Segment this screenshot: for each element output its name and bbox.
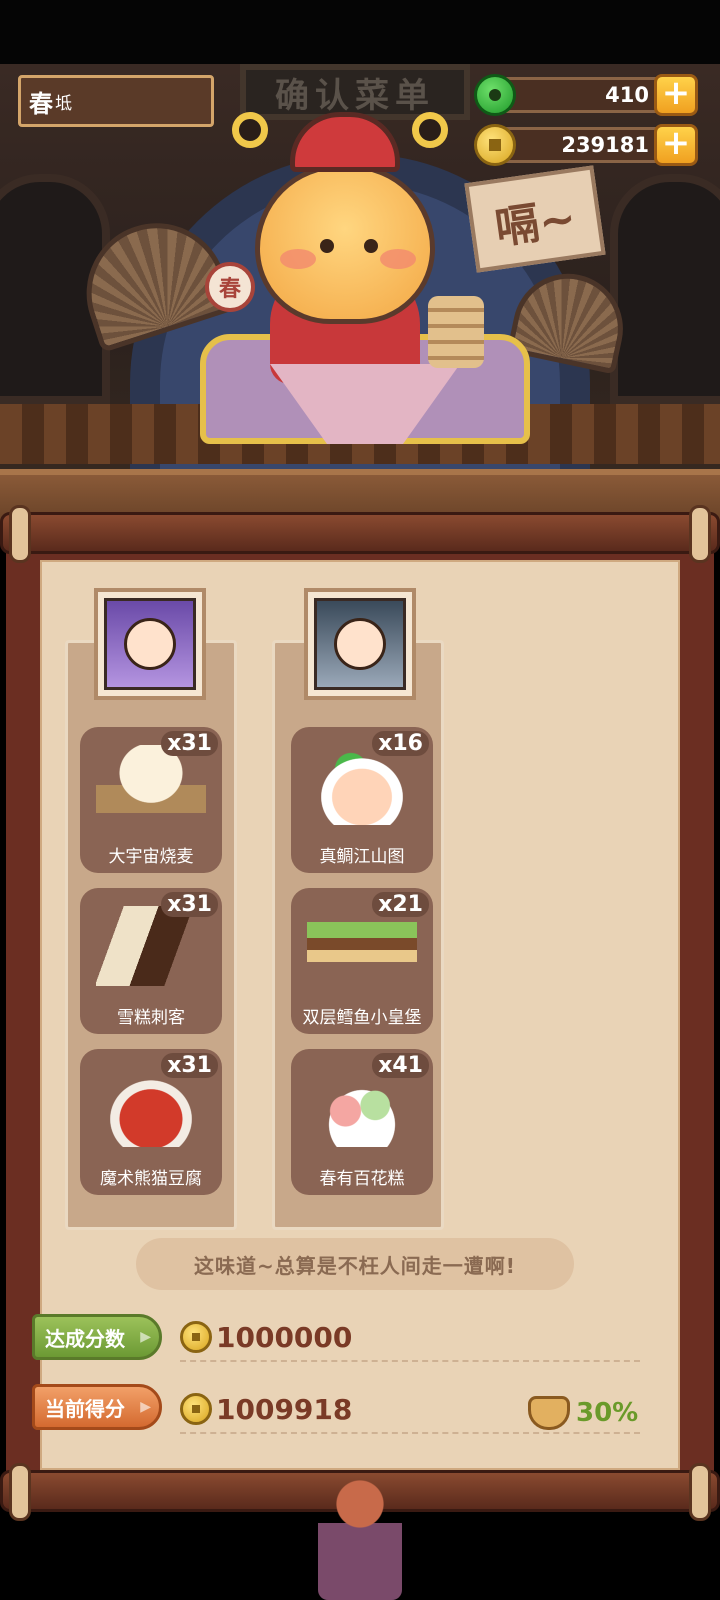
chinese-knot-icon[interactable] (318, 1472, 402, 1600)
dish-name: 魔术熊猫豆腐 (100, 1169, 202, 1189)
hat-wing-icon (232, 112, 268, 148)
guest-comment: 这味道~总算是不枉人间走一遭啊! (136, 1238, 574, 1290)
dish-card[interactable]: x31 魔术熊猫豆腐 (80, 1049, 222, 1195)
current-score-value: 1009918 (216, 1392, 353, 1426)
flower-cake-icon (307, 1067, 417, 1147)
scroll-roller-top (0, 505, 720, 563)
add-jade-button[interactable]: + (654, 74, 698, 116)
dish-card[interactable]: x31 雪糕刺客 (80, 888, 222, 1034)
coin-icon (180, 1393, 212, 1425)
target-score-label: 达成分数 (32, 1314, 162, 1360)
sea-bream-icon (307, 745, 417, 825)
character-hat (290, 112, 400, 172)
dish-card[interactable]: x31 大宇宙烧麦 (80, 727, 222, 873)
player-name: 春 (29, 89, 53, 118)
bonus-indicator: 30% (528, 1396, 638, 1430)
cheek (380, 249, 416, 269)
dish-name: 真鲷江山图 (319, 847, 405, 867)
target-score-value: 1000000 (216, 1320, 353, 1354)
dish-count: x41 (372, 1053, 429, 1078)
dish-count: x21 (372, 892, 429, 917)
status-bar (0, 0, 720, 64)
coin-currency: 239181 + (474, 124, 698, 166)
dish-count: x31 (161, 892, 218, 917)
guest-portrait[interactable] (94, 588, 206, 700)
hat-wing-icon (412, 112, 448, 148)
bonus-percent: 30% (576, 1398, 639, 1428)
player-name-suffix: 坻 (55, 93, 72, 114)
cheek (280, 249, 316, 269)
drum-icon: 春 (205, 262, 255, 312)
purple-hair-guest-avatar (104, 598, 196, 690)
character-head[interactable] (255, 164, 435, 324)
jade-icon (474, 74, 516, 116)
coin-amount: 239181 (496, 127, 666, 163)
dish-name: 大宇宙烧麦 (108, 847, 194, 867)
target-score: 1000000 (180, 1314, 640, 1362)
coin-icon (474, 124, 516, 166)
eye (364, 239, 378, 253)
guest-portrait[interactable] (304, 588, 416, 700)
speech-bubble: 嗝~ (464, 165, 606, 273)
jade-currency: 410 + (474, 74, 698, 116)
dish-count: x31 (161, 731, 218, 756)
dish-card[interactable]: x21 双层鳕鱼小皇堡 (291, 888, 433, 1034)
dish-name: 雪糕刺客 (117, 1008, 185, 1028)
add-coin-button[interactable]: + (654, 124, 698, 166)
coin-icon (180, 1321, 212, 1353)
dish-name: 双层鳕鱼小皇堡 (302, 1008, 422, 1028)
ice-cream-icon (96, 906, 206, 986)
dish-count: x16 (372, 731, 429, 756)
cod-burger-icon (307, 906, 417, 986)
dish-count: x31 (161, 1053, 218, 1078)
dish-card[interactable]: x16 真鲷江山图 (291, 727, 433, 873)
dark-hair-guest-avatar (314, 598, 406, 690)
player-name-box[interactable]: 春 坻 (18, 75, 214, 127)
window-right (610, 174, 720, 404)
current-score-label: 当前得分 (32, 1384, 162, 1430)
mapo-tofu-icon (96, 1067, 206, 1147)
jade-amount: 410 (496, 77, 666, 113)
dish-name: 春有百花糕 (319, 1169, 405, 1189)
rice-bowl-icon (528, 1396, 570, 1430)
eye (320, 239, 334, 253)
stacked-bowls-icon (428, 296, 484, 368)
dish-card[interactable]: x41 春有百花糕 (291, 1049, 433, 1195)
shaomai-icon (96, 745, 206, 825)
